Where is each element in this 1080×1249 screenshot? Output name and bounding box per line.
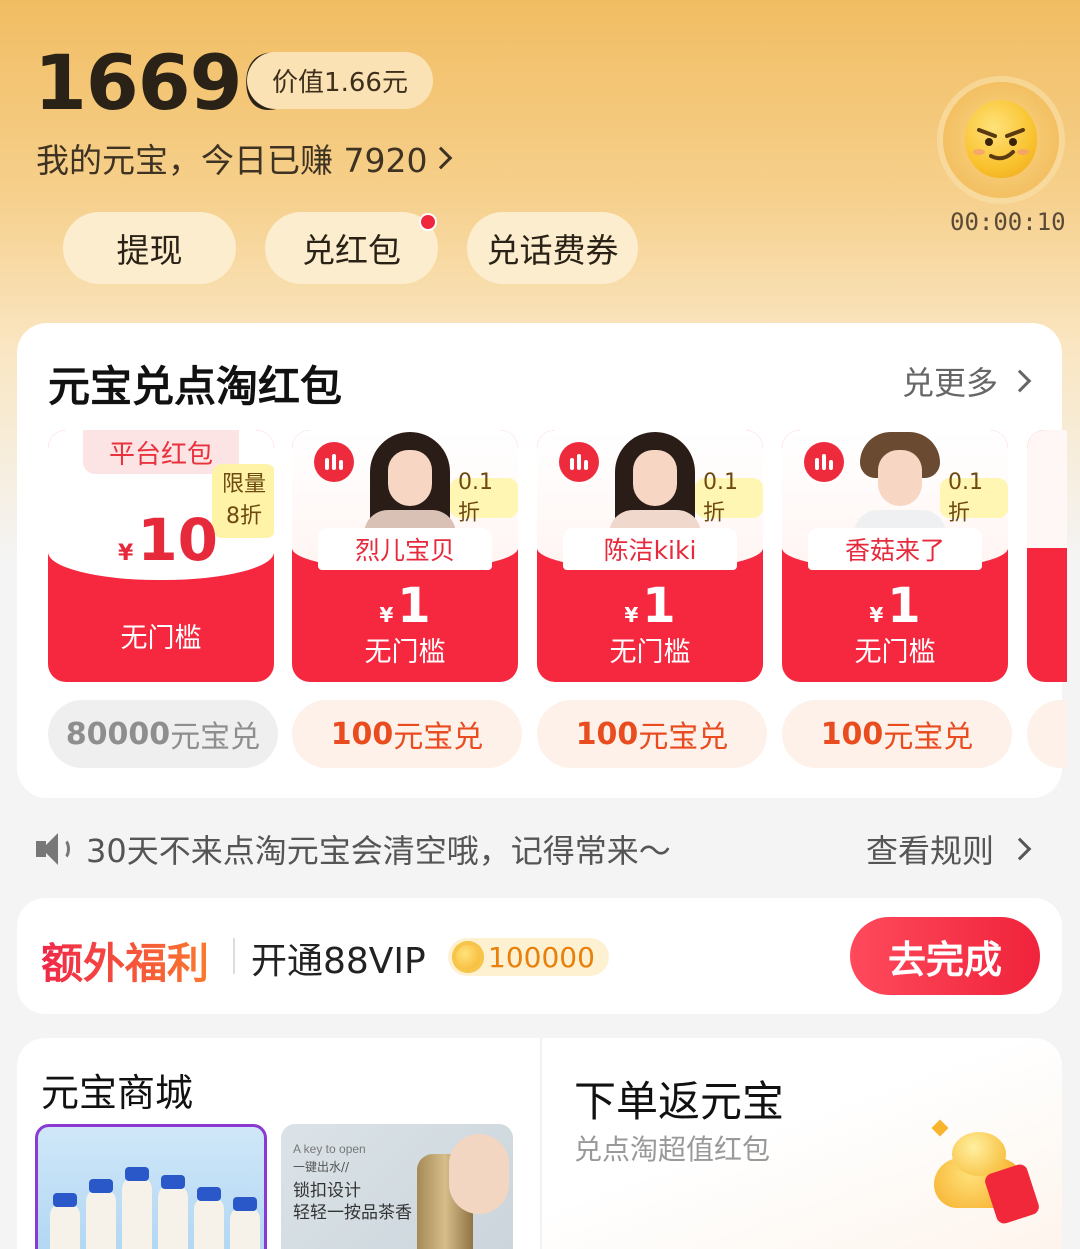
chevron-right-icon xyxy=(1008,369,1032,393)
streamer-red-packet-2[interactable]: 0.1折 陈洁kiki ¥1 无门槛 xyxy=(537,430,763,682)
bonus-title: 额外福利 xyxy=(41,930,209,991)
redeem-red-packet-button[interactable]: 兑红包 xyxy=(265,212,438,284)
withdraw-button[interactable]: 提现 xyxy=(63,212,236,284)
streamer-packet-price-button[interactable]: 100 元宝兑 xyxy=(292,700,522,768)
streamer-avatar xyxy=(854,430,946,534)
streamer-avatar xyxy=(609,430,701,534)
speaker-icon xyxy=(34,829,74,869)
mascot-timer-icon[interactable] xyxy=(943,82,1059,198)
streamer-packet-price-button[interactable]: 100 元宝兑 xyxy=(537,700,767,768)
platform-packet-price-button[interactable]: 80000 元宝兑 xyxy=(48,700,278,768)
notice-text: 30天不来点淘元宝会清空哦，记得常来～ xyxy=(86,832,671,870)
coin-reward-badge: 100000 xyxy=(448,938,609,976)
packet-amount: ¥1 xyxy=(869,578,921,634)
live-stream-icon xyxy=(314,442,354,482)
packet-amount: ¥1 xyxy=(379,578,431,634)
coin-icon xyxy=(452,941,484,973)
streamer-name: 烈儿宝贝 xyxy=(318,528,492,570)
complete-task-button[interactable]: 去完成 xyxy=(850,917,1040,995)
mall-title: 元宝商城 xyxy=(41,1071,194,1115)
balance-value-pill: 价值1.66元 xyxy=(247,52,433,109)
packet-amount: ¥1 xyxy=(624,578,676,634)
gold-ingot-icon xyxy=(934,1128,1044,1226)
streamer-name: 香菇来了 xyxy=(808,528,982,570)
streamer-name: 陈洁kiki xyxy=(563,528,737,570)
live-stream-icon xyxy=(559,442,599,482)
streamer-packet-price-button[interactable]: 100 元宝兑 xyxy=(782,700,1012,768)
cashback-subtitle: 兑点淘超值红包 xyxy=(574,1133,771,1166)
limited-discount-badge: 限量 8折 xyxy=(212,464,274,538)
divider xyxy=(233,938,235,974)
bonus-card: 额外福利 开通88VIP 100000 去完成 xyxy=(17,898,1062,1014)
earned-today-text: 我的元宝，今日已赚 7920 xyxy=(36,141,428,180)
platform-packet-amount: ¥ 10 xyxy=(118,506,219,574)
discount-badge: 0.1折 xyxy=(940,470,1008,526)
platform-red-packet[interactable]: 平台红包 限量 8折 ¥ 10 无门槛 xyxy=(48,430,274,682)
bonus-task-text: 开通88VIP xyxy=(251,941,426,982)
product-tea-bottle[interactable]: A key to open 一键出水// 锁扣设计 轻轻一按品茶香 xyxy=(281,1124,513,1249)
cashback-title: 下单返元宝 xyxy=(574,1077,785,1126)
view-rules-label: 查看规则 xyxy=(866,832,995,870)
streamer-red-packet-3[interactable]: 0.1折 香菇来了 ¥1 无门槛 xyxy=(782,430,1008,682)
notice-bar: 30天不来点淘元宝会清空哦，记得常来～ xyxy=(34,826,671,872)
discount-badge: 0.1折 xyxy=(450,470,518,526)
order-cashback-panel[interactable]: 下单返元宝 兑点淘超值红包 xyxy=(540,1038,1062,1249)
packet-threshold: 无门槛 xyxy=(854,637,936,668)
view-rules-link[interactable]: 查看规则 xyxy=(866,826,1032,872)
packet-threshold: 无门槛 xyxy=(364,637,446,668)
smirking-face-icon xyxy=(965,100,1037,178)
exchange-section-title: 元宝兑点淘红包 xyxy=(48,362,343,411)
redeem-red-packet-label: 兑红包 xyxy=(302,231,401,270)
exchange-more-link[interactable]: 兑更多 xyxy=(902,358,1032,404)
mall-card: 元宝商城 A key to open 一键出水// 锁扣设计 轻轻一按品茶香 下… xyxy=(17,1038,1062,1249)
streamer-red-packet-1[interactable]: 0.1折 烈儿宝贝 ¥1 无门槛 xyxy=(292,430,518,682)
streamer-red-packet-partial[interactable] xyxy=(1027,430,1067,682)
notification-dot xyxy=(419,213,437,231)
packet-threshold: 无门槛 xyxy=(609,637,691,668)
earned-today-link[interactable]: 我的元宝，今日已赚 7920 xyxy=(36,134,453,182)
streamer-avatar xyxy=(364,430,456,534)
exchange-more-label: 兑更多 xyxy=(902,364,999,402)
countdown-timer: 00:00:10 xyxy=(950,208,1066,236)
redeem-phone-coupon-button[interactable]: 兑话费券 xyxy=(467,212,638,284)
chevron-right-icon xyxy=(1008,837,1032,861)
platform-packet-threshold: 无门槛 xyxy=(120,623,202,654)
chevron-right-icon xyxy=(430,146,453,170)
discount-badge: 0.1折 xyxy=(695,470,763,526)
live-stream-icon xyxy=(804,442,844,482)
product-yogurt-drink[interactable] xyxy=(35,1124,267,1249)
